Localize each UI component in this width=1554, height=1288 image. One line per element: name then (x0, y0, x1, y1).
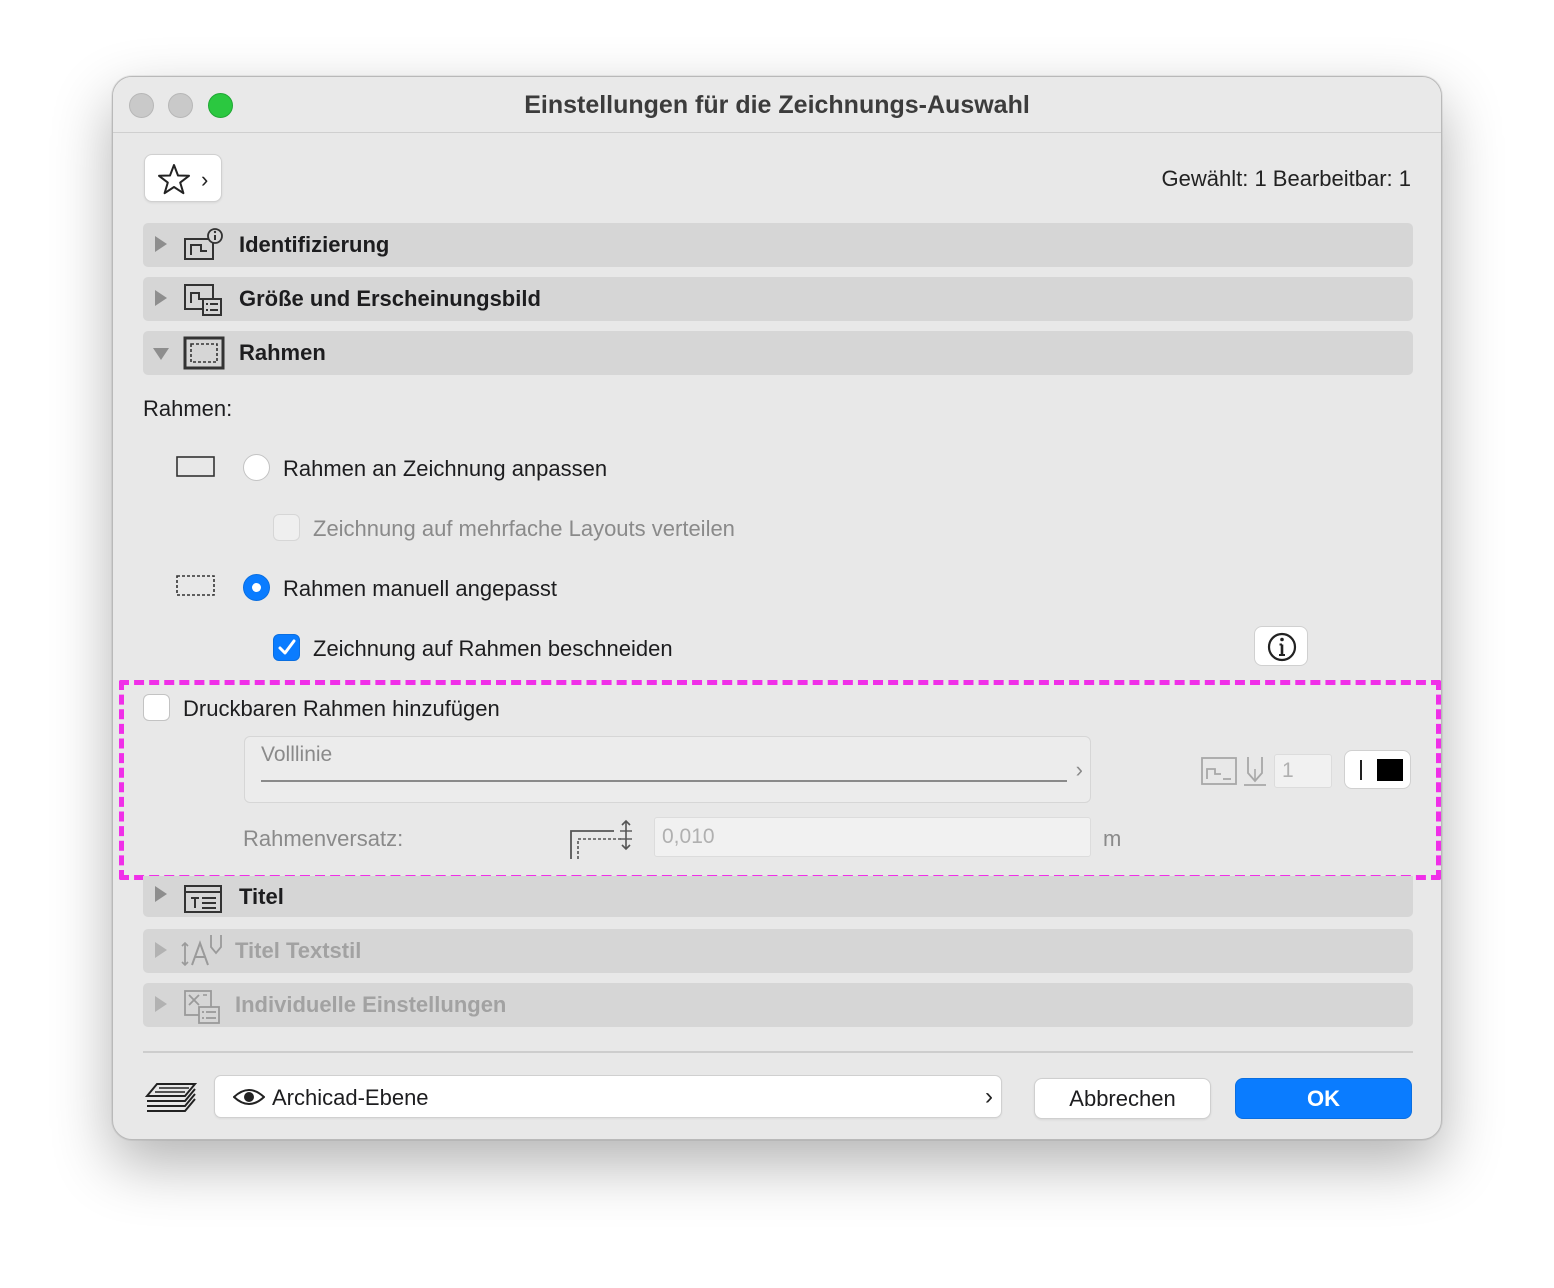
section-label: Größe und Erscheinungsbild (239, 286, 541, 311)
disclosure-triangle-icon (155, 996, 167, 1012)
section-custom-settings: Individuelle Einstellungen (143, 983, 1413, 1027)
layers-icon (145, 1083, 197, 1112)
eye-icon (233, 1089, 265, 1105)
chevron-right-icon: › (985, 1083, 993, 1110)
section-label: Individuelle Einstellungen (235, 992, 507, 1017)
layer-select[interactable]: Archicad-Ebene › (214, 1075, 1002, 1118)
crop-to-frame-checkbox[interactable] (273, 634, 300, 661)
disclosure-triangle-icon (153, 348, 169, 360)
disclosure-triangle-icon (155, 290, 167, 306)
footer-divider (143, 1051, 1413, 1053)
window-title: Einstellungen für die Zeichnungs-Auswahl (524, 91, 1030, 119)
section-label: Identifizierung (239, 232, 390, 257)
text-style-icon (181, 935, 222, 967)
info-icon (1267, 632, 1297, 662)
disclosure-triangle-icon (155, 236, 167, 252)
size-appearance-icon (184, 284, 222, 316)
section-title[interactable]: Titel (143, 876, 1413, 917)
distribute-layouts-checkbox[interactable] (273, 514, 300, 541)
disclosure-triangle-icon (155, 942, 167, 958)
fit-frame-radio[interactable] (243, 454, 270, 481)
favorites-button[interactable]: › (144, 154, 222, 202)
chevron-right-icon: › (201, 167, 209, 192)
manual-frame-icon (176, 575, 215, 596)
title-icon (184, 885, 222, 913)
section-size-appearance[interactable]: Größe und Erscheinungsbild (143, 277, 1413, 321)
disclosure-triangle-icon (155, 886, 167, 902)
manual-frame-label: Rahmen manuell angepasst (283, 576, 557, 601)
title-bar: Einstellungen für die Zeichnungs-Auswahl (113, 77, 1441, 133)
layer-name: Archicad-Ebene (272, 1085, 429, 1110)
ok-button[interactable]: OK (1235, 1078, 1412, 1119)
cancel-button[interactable]: Abbrechen (1034, 1078, 1211, 1119)
custom-settings-icon (184, 990, 220, 1024)
checkmark-icon (278, 639, 296, 655)
section-label: Titel (239, 884, 284, 909)
identification-icon (184, 228, 223, 260)
info-button[interactable] (1254, 626, 1308, 666)
fit-frame-label: Rahmen an Zeichnung anpassen (283, 456, 608, 481)
section-frame[interactable]: Rahmen (143, 331, 1413, 375)
manual-frame-radio[interactable] (243, 574, 270, 601)
frame-icon (183, 336, 225, 370)
section-label: Titel Textstil (235, 938, 362, 963)
selection-info: Gewählt: 1 Bearbeitbar: 1 (1161, 166, 1411, 191)
frame-heading: Rahmen: (143, 396, 233, 421)
section-label: Rahmen (239, 340, 326, 365)
distribute-layouts-label: Zeichnung auf mehrfache Layouts verteile… (313, 516, 735, 541)
settings-dialog: Einstellungen für die Zeichnungs-Auswahl… (112, 76, 1442, 1140)
section-identification[interactable]: Identifizierung (143, 223, 1413, 267)
star-icon (158, 164, 190, 195)
highlight-annotation (119, 680, 1441, 880)
crop-to-frame-label: Zeichnung auf Rahmen beschneiden (313, 636, 673, 661)
fit-frame-icon (176, 456, 215, 477)
section-title-text-style: Titel Textstil (143, 929, 1413, 973)
